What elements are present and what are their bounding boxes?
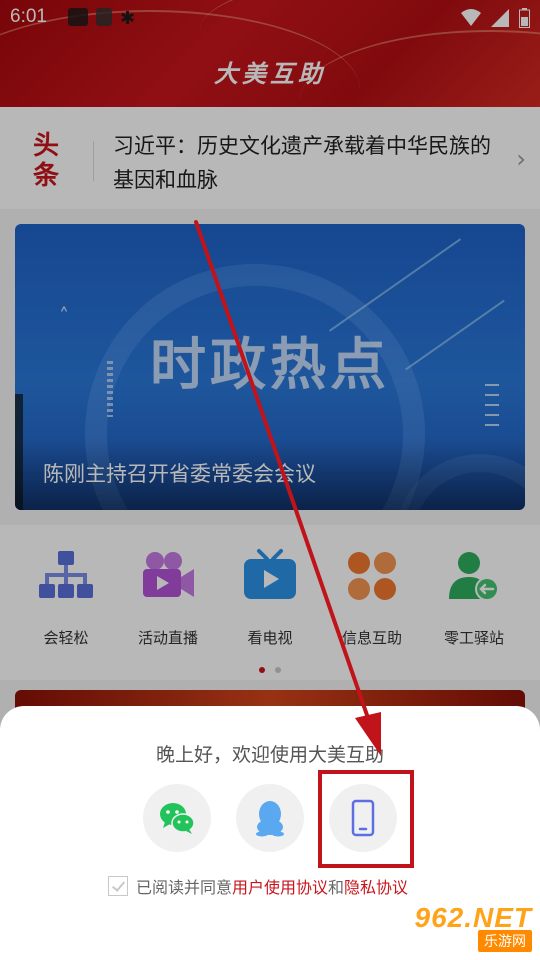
qq-login-button[interactable]	[236, 784, 304, 852]
agreement-checkbox[interactable]	[108, 876, 128, 896]
login-greeting: 晚上好，欢迎使用大美互助	[155, 744, 384, 766]
annotation-highlight-box	[318, 770, 414, 868]
watermark-logo: 962.NET 乐游网	[400, 902, 532, 954]
privacy-policy-link[interactable]: 隐私协议	[344, 874, 408, 898]
agreement-conjunction: 和	[328, 878, 345, 897]
qq-icon	[256, 801, 284, 837]
agreement-prefix: 已阅读并同意	[136, 878, 233, 897]
user-agreement-link[interactable]: 用户使用协议	[232, 874, 328, 898]
wechat-login-button[interactable]	[143, 784, 211, 852]
wechat-icon	[160, 803, 195, 834]
agreement-row: 已阅读并同意 用户使用协议 和 隐私协议	[108, 874, 408, 898]
watermark-subtext: 乐游网	[478, 930, 532, 952]
